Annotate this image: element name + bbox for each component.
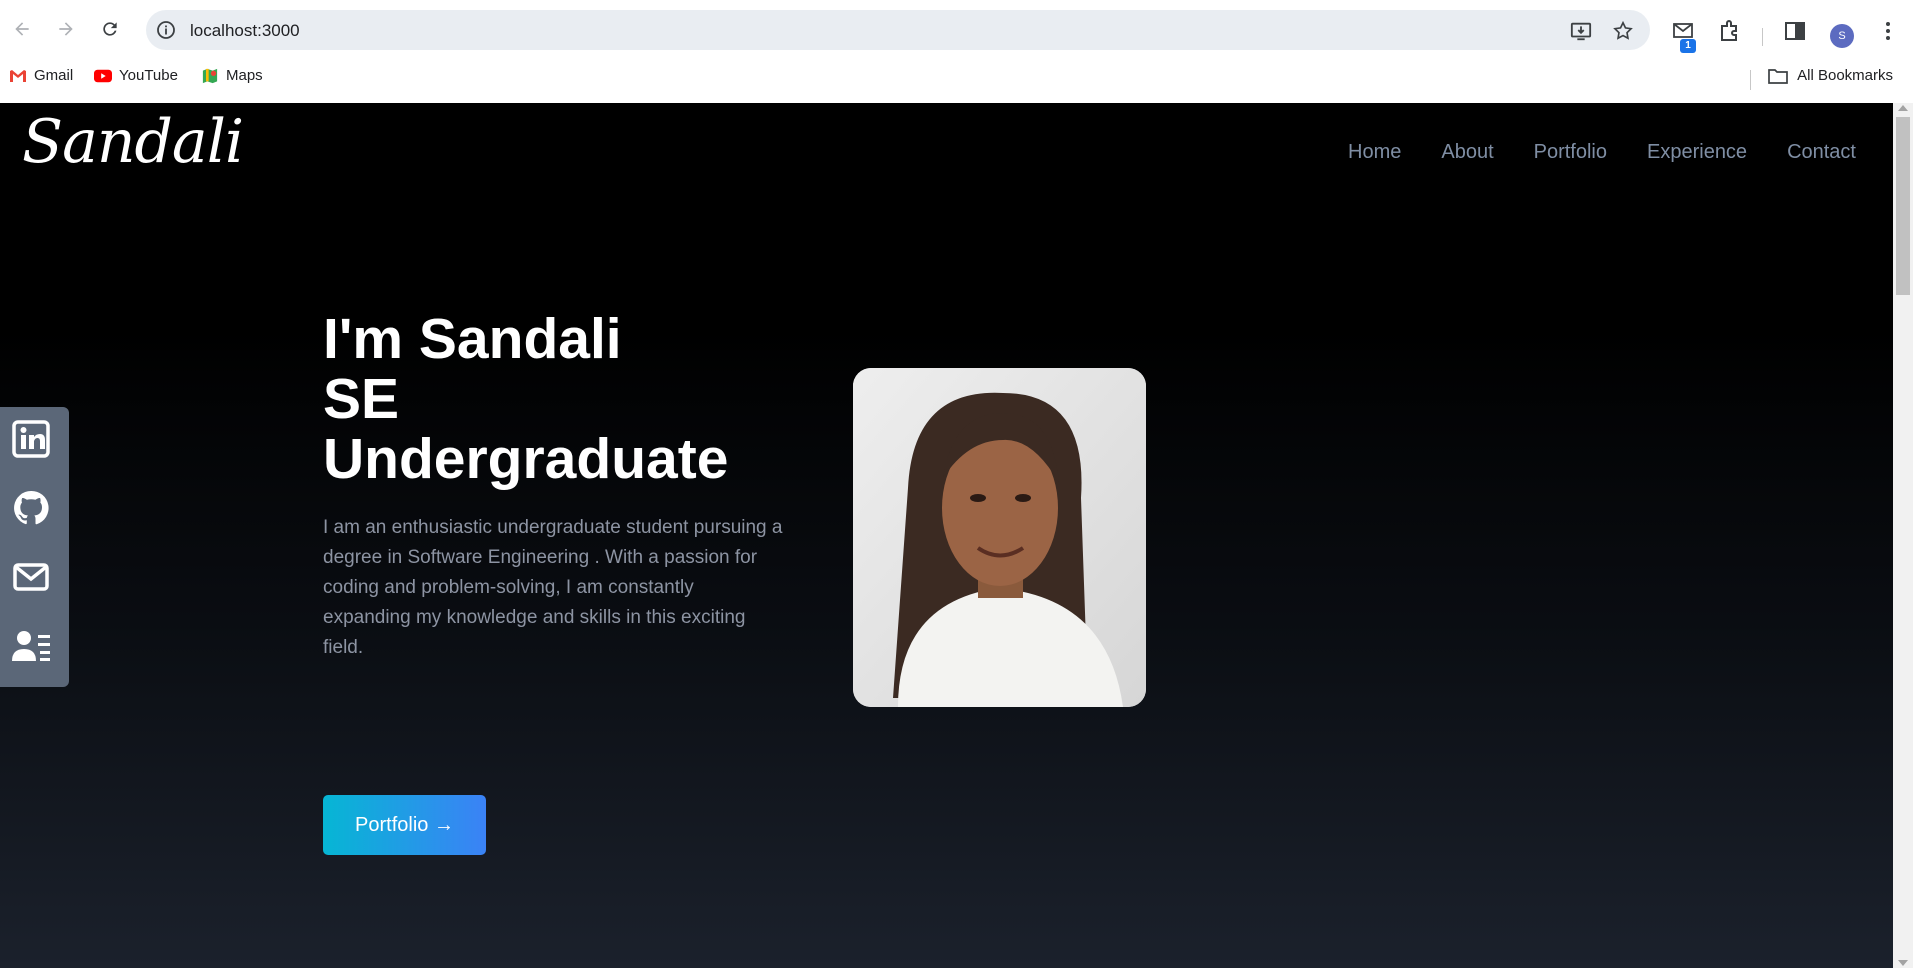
maps-icon [202,68,218,83]
bookmarks-divider [1750,70,1751,90]
resume-icon [12,631,50,661]
main-nav: Home About Portfolio Experience Contact [1348,141,1856,164]
all-bookmarks-button[interactable]: All Bookmarks [1768,67,1893,84]
hero-heading: I'm Sandali SE Undergraduate [323,309,783,489]
browser-toolbar: localhost:3000 1 S [0,6,1913,56]
extension-badge: 1 [1680,39,1696,53]
bookmark-maps[interactable]: Maps [201,67,263,84]
portfolio-button[interactable]: Portfolio → [323,795,486,855]
email-link[interactable] [12,558,50,596]
folder-icon [1768,68,1788,84]
bookmark-label: Maps [226,67,263,84]
profile-avatar[interactable]: S [1830,24,1854,48]
scroll-up-arrow[interactable] [1898,105,1908,111]
gmail-icon [10,69,26,82]
profile-photo-image [853,368,1146,707]
hero-heading-line: Undergraduate [323,427,729,491]
browser-chrome: localhost:3000 1 S Gmail YouTube Maps Al… [0,0,1913,103]
nav-about[interactable]: About [1441,141,1493,164]
hero-description: I am an enthusiastic undergraduate stude… [323,517,783,658]
forward-button[interactable] [52,15,80,43]
page-viewport: Sandali Home About Portfolio Experience … [0,103,1893,968]
nav-home[interactable]: Home [1348,141,1401,164]
github-icon [14,490,49,525]
all-bookmarks-label: All Bookmarks [1797,67,1893,84]
nav-contact[interactable]: Contact [1787,141,1856,164]
address-bar[interactable]: localhost:3000 [146,10,1650,50]
back-button[interactable] [8,15,36,43]
mail-icon [13,563,49,591]
reload-button[interactable] [96,15,124,43]
hero-section: I'm Sandali SE Undergraduate I am an ent… [323,309,783,855]
bookmark-youtube[interactable]: YouTube [94,67,178,84]
social-sidebar [0,407,69,687]
linkedin-icon [12,420,50,458]
arrow-right-icon [59,22,73,36]
bookmark-gmail[interactable]: Gmail [9,67,73,84]
nav-portfolio[interactable]: Portfolio [1534,141,1607,164]
star-icon[interactable] [1612,20,1634,42]
page-scrollbar[interactable] [1893,103,1913,968]
bookmark-label: YouTube [119,67,178,84]
reload-icon [103,22,117,36]
scroll-thumb[interactable] [1896,117,1910,295]
menu-kebab-icon[interactable] [1875,18,1901,44]
info-icon[interactable] [156,20,176,40]
bookmark-label: Gmail [34,67,74,84]
linkedin-link[interactable] [12,420,50,458]
nav-experience[interactable]: Experience [1647,141,1747,164]
github-link[interactable] [12,489,50,527]
youtube-icon [94,69,112,82]
arrow-left-icon [15,22,29,36]
install-app-icon[interactable] [1570,20,1592,42]
resume-link[interactable] [12,627,50,665]
profile-photo [853,368,1146,707]
side-panel-icon[interactable] [1782,18,1808,44]
scroll-down-arrow[interactable] [1898,960,1908,966]
site-logo[interactable]: Sandali [22,107,244,177]
hero-heading-line: I'm Sandali [323,307,622,371]
url-text: localhost:3000 [190,21,300,40]
bookmarks-bar: Gmail YouTube Maps All Bookmarks [0,62,1913,92]
toolbar-divider [1762,28,1763,46]
extensions-puzzle-icon[interactable] [1717,18,1743,44]
hero-heading-line: SE [323,367,400,431]
